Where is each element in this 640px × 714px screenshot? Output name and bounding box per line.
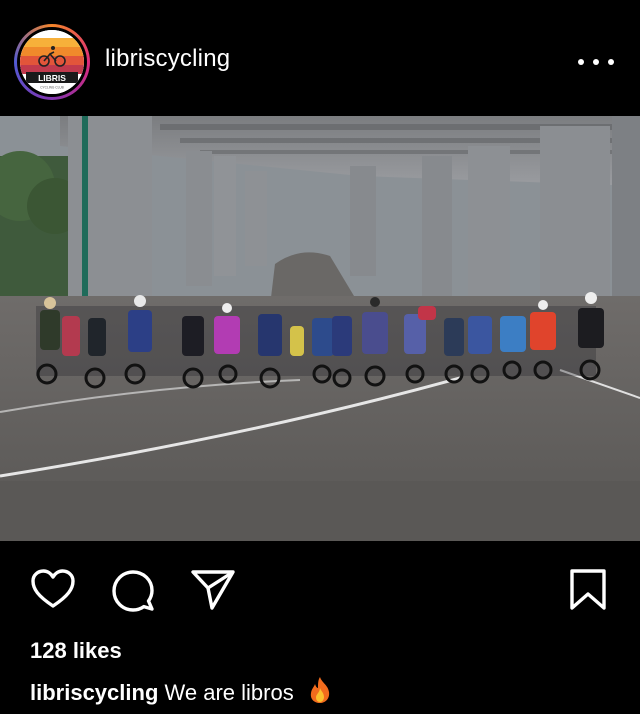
post-caption: libriscycling We are libros	[30, 676, 332, 706]
post-username[interactable]: libriscycling	[105, 45, 230, 73]
fire-emoji-icon	[310, 677, 329, 703]
caption-username[interactable]: libriscycling	[30, 680, 158, 705]
post-photo[interactable]	[0, 116, 640, 541]
save-icon[interactable]	[568, 568, 608, 612]
svg-text:LIBRIS: LIBRIS	[38, 73, 66, 83]
like-count[interactable]: 128 likes	[30, 638, 122, 664]
more-horizontal-icon[interactable]	[578, 52, 614, 72]
like-icon[interactable]	[30, 568, 76, 610]
avatar[interactable]: LIBRIS CYCLING CLUB	[20, 30, 84, 94]
avatar-story-ring[interactable]: LIBRIS CYCLING CLUB	[14, 24, 90, 100]
share-icon[interactable]	[190, 568, 236, 612]
post-actions	[0, 560, 640, 620]
svg-text:CYCLING CLUB: CYCLING CLUB	[40, 86, 64, 90]
comment-icon[interactable]	[110, 568, 156, 614]
cyclists-on-elevated-road-image	[0, 116, 640, 541]
caption-text: We are libros	[164, 680, 294, 705]
post-header: LIBRIS CYCLING CLUB libriscycling	[0, 0, 640, 116]
